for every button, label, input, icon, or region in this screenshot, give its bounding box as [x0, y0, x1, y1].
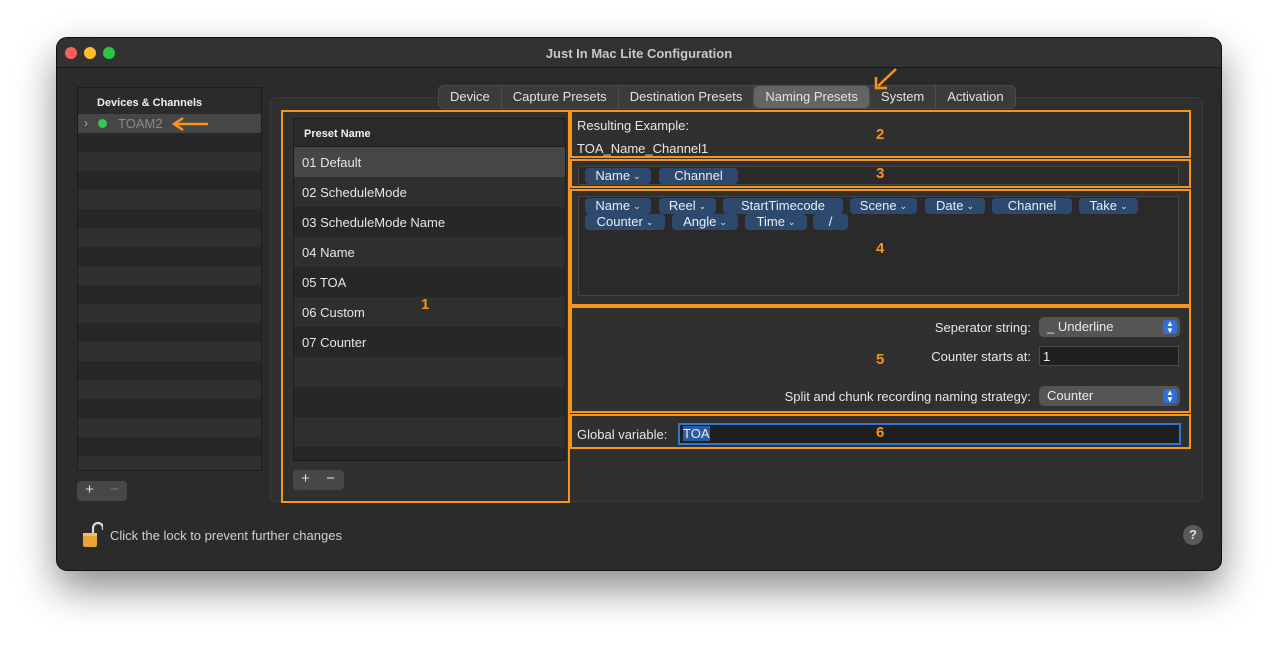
- list-empty-row: [78, 247, 261, 266]
- list-empty-row: [78, 266, 261, 285]
- annotation-number-5: 5: [876, 351, 885, 368]
- tab-capture-presets[interactable]: Capture Presets: [502, 86, 619, 108]
- status-online-icon: [98, 119, 107, 128]
- list-empty-row: [78, 399, 261, 418]
- unlocked-lock-icon[interactable]: [83, 521, 103, 549]
- annotation-number-1: 1: [421, 296, 430, 313]
- list-empty-row: [78, 171, 261, 190]
- tab-activation[interactable]: Activation: [936, 86, 1014, 108]
- chevron-right-icon[interactable]: ›: [84, 116, 88, 130]
- list-empty-row: [78, 152, 261, 171]
- help-button[interactable]: ?: [1183, 525, 1203, 545]
- remove-device-button[interactable]: −: [102, 481, 127, 498]
- list-empty-row: [78, 285, 261, 304]
- list-empty-row: [78, 228, 261, 247]
- list-empty-row: [78, 437, 261, 456]
- tab-naming-presets[interactable]: Naming Presets: [754, 86, 870, 108]
- lock-hint-text: Click the lock to prevent further change…: [110, 528, 342, 543]
- tab-bar: Device Capture Presets Destination Prese…: [438, 85, 1016, 109]
- add-device-button[interactable]: +: [77, 481, 102, 498]
- annotation-number-2: 2: [876, 126, 885, 143]
- list-empty-row: [78, 361, 261, 380]
- annotation-number-6: 6: [876, 424, 885, 441]
- device-item-label: TOAM2: [118, 116, 163, 131]
- annotation-number-4: 4: [876, 240, 885, 257]
- list-empty-row: [78, 190, 261, 209]
- device-add-remove: + −: [77, 481, 127, 501]
- devices-list: Devices & Channels › TOAM2: [77, 87, 262, 471]
- tab-destination-presets[interactable]: Destination Presets: [619, 86, 755, 108]
- list-empty-row: [78, 304, 261, 323]
- list-empty-row: [78, 380, 261, 399]
- annotation-arrow-down-left-icon: [874, 68, 897, 90]
- annotation-number-3: 3: [876, 165, 885, 182]
- list-empty-row: [78, 342, 261, 361]
- list-empty-row: [78, 418, 261, 437]
- list-empty-row: [78, 209, 261, 228]
- list-empty-row: [78, 133, 261, 152]
- list-empty-row: [78, 323, 261, 342]
- annotation-arrow-left-icon: [171, 116, 208, 132]
- tab-device[interactable]: Device: [439, 86, 502, 108]
- list-empty-row: [78, 456, 261, 470]
- devices-header: Devices & Channels: [78, 88, 261, 114]
- title-bar: Just In Mac Lite Configuration: [57, 38, 1221, 68]
- window-title: Just In Mac Lite Configuration: [545, 46, 733, 61]
